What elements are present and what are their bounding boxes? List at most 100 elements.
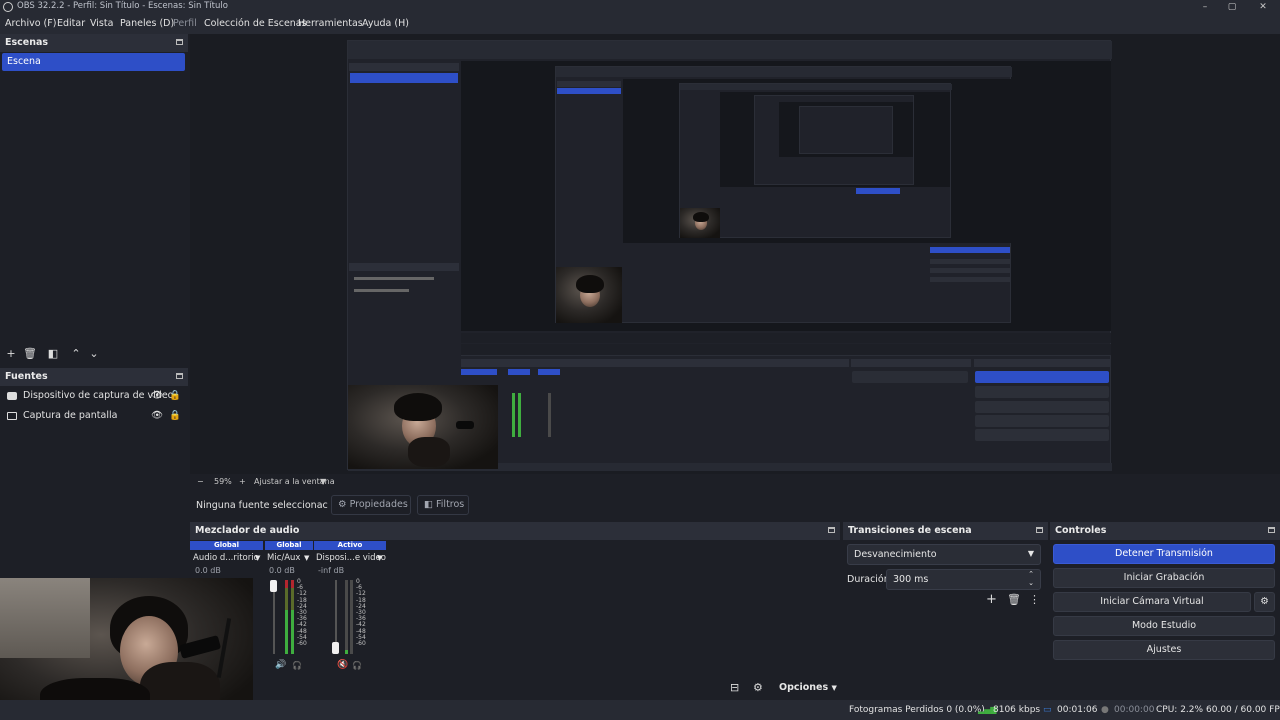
start-recording-button[interactable]: Iniciar Grabación	[1053, 568, 1275, 588]
chevron-down-icon[interactable]: ▼	[320, 477, 326, 486]
meter-peak	[291, 580, 294, 588]
speaker-muted-icon[interactable]: 🔇	[337, 660, 348, 670]
properties-label: Propiedades	[349, 499, 408, 510]
speaker-icon[interactable]: 🔊	[275, 660, 286, 670]
source-item-capture-device[interactable]: Dispositivo de captura de video 👁 🔒	[7, 390, 183, 404]
meter-level	[285, 610, 288, 654]
headphones-icon[interactable]: 🎧	[352, 661, 362, 670]
visibility-eye-icon[interactable]: 👁	[151, 390, 163, 401]
nested-capture-level1	[347, 40, 1112, 471]
settings-button[interactable]: Ajustes	[1053, 640, 1275, 660]
undock-icon[interactable]	[1268, 527, 1275, 533]
strip-volume-db: 0.0 dB	[195, 566, 221, 575]
properties-button[interactable]: ⚙ Propiedades	[331, 495, 411, 515]
mixer-header: Mezclador de audio	[190, 522, 840, 540]
add-transition-icon[interactable]: +	[986, 592, 997, 607]
meter-level	[350, 580, 353, 654]
move-up-icon[interactable]: ⌃	[68, 346, 84, 362]
undock-icon[interactable]	[1036, 527, 1043, 533]
virtual-camera-settings-button[interactable]: ⚙	[1254, 592, 1275, 612]
menu-editar[interactable]: Editar	[57, 18, 85, 29]
menu-herramientas[interactable]: Herramientas	[298, 18, 363, 29]
move-down-icon[interactable]: ⌄	[86, 346, 102, 362]
mixer-options-button[interactable]: Opciones ▼	[779, 682, 837, 693]
meter-scale: 0 -6 -12 -18 -24 -30 -36 -42 -48 -54 -60	[356, 578, 366, 648]
title-bar: OBS 32.2.2 - Perfil: Sin Título - Escena…	[0, 0, 1280, 14]
zoom-out-button[interactable]: −	[197, 477, 204, 486]
sources-title: Fuentes	[5, 371, 48, 382]
nested-strip-tag	[461, 369, 497, 375]
minimize-button[interactable]: –	[1190, 0, 1220, 14]
scene-filters-icon[interactable]: ◧	[45, 346, 61, 362]
volume-fader-knob[interactable]	[270, 580, 277, 592]
strip-volume-db: 0.0 dB	[269, 566, 295, 575]
strip-name: Disposi...e video	[316, 553, 386, 563]
gear-icon: ⚙	[338, 499, 347, 510]
strip-name: Mic/Aux	[267, 553, 301, 563]
menu-archivo[interactable]: Archivo (F)	[5, 18, 56, 29]
menu-vista[interactable]: Vista	[90, 18, 113, 29]
start-virtual-camera-button[interactable]: Iniciar Cámara Virtual	[1053, 592, 1251, 612]
stop-streaming-button[interactable]: Detener Transmisión	[1053, 544, 1275, 564]
undock-icon[interactable]	[176, 39, 183, 45]
duration-label: Duración	[847, 574, 890, 585]
remove-transition-icon[interactable]: 🗑	[1007, 593, 1021, 606]
nested-control-btn	[975, 401, 1109, 413]
visibility-eye-icon[interactable]: 👁	[151, 410, 163, 421]
strip-tag: Activo	[314, 541, 386, 550]
menu-coleccion-escenas[interactable]: Colección de Escenas	[204, 18, 307, 29]
nested-source-row	[354, 277, 434, 280]
nested-transition-combo	[852, 371, 968, 383]
duration-spinbox[interactable]: 300 ms ⌃ ⌄	[886, 569, 1041, 590]
headphones-icon[interactable]: 🎧	[292, 661, 302, 670]
nested-control-btn	[930, 268, 1010, 273]
nested-source-row	[354, 289, 409, 292]
studio-mode-button[interactable]: Modo Estudio	[1053, 616, 1275, 636]
filter-icon: ◧	[424, 499, 433, 510]
stream-icon: ▭	[1043, 705, 1052, 715]
chevron-down-icon[interactable]: ▼	[304, 554, 309, 562]
lock-icon[interactable]: 🔒	[169, 390, 181, 401]
nested-capture-level3	[679, 83, 952, 238]
spin-arrows-icon[interactable]: ⌃ ⌄	[1028, 570, 1034, 588]
layout-toggle-icon[interactable]: ⊟	[730, 681, 739, 694]
filters-button[interactable]: ◧ Filtros	[417, 495, 469, 515]
nested-control-btn	[930, 259, 1010, 264]
webcam-overlay	[0, 578, 253, 720]
source-item-screen-capture[interactable]: Captura de pantalla 👁 🔒	[7, 410, 183, 424]
undock-icon[interactable]	[176, 373, 183, 379]
record-time: 00:00:00	[1114, 705, 1155, 715]
nested-strip-tag	[508, 369, 530, 375]
zoom-level: 59%	[214, 477, 232, 486]
fps: 60.00 / 60.00 FPS	[1206, 705, 1280, 715]
transition-type-value: Desvanecimiento	[854, 549, 937, 560]
nested-mixer-header	[461, 359, 849, 367]
dropped-frames: Fotogramas Perdidos 0 (0.0%)	[849, 705, 985, 715]
status-bar: Fotogramas Perdidos 0 (0.0%) ▂▄▆ 8106 kb…	[0, 700, 1280, 720]
chevron-down-icon[interactable]: ▼	[255, 554, 260, 562]
menu-bar: Archivo (F) Editar Vista Paneles (D) Per…	[0, 14, 1280, 34]
close-button[interactable]: ✕	[1248, 0, 1278, 14]
menu-paneles[interactable]: Paneles (D)	[120, 18, 174, 29]
maximize-button[interactable]: ▢	[1217, 0, 1247, 14]
advanced-audio-icon[interactable]: ⚙	[753, 681, 763, 694]
zoom-in-button[interactable]: +	[239, 477, 246, 486]
program-preview[interactable]	[190, 34, 1280, 474]
volume-fader-knob[interactable]	[332, 642, 339, 654]
lock-icon[interactable]: 🔒	[169, 410, 181, 421]
chevron-down-icon[interactable]: ▼	[377, 554, 382, 562]
meter-mid	[291, 588, 294, 610]
transition-type-select[interactable]: Desvanecimiento ▼	[847, 544, 1041, 565]
nested-meter	[512, 393, 515, 437]
more-options-icon[interactable]: ⋮	[1029, 593, 1040, 606]
cpu-usage: CPU: 2.2%	[1156, 705, 1204, 715]
add-scene-icon[interactable]: +	[3, 346, 19, 362]
remove-scene-icon[interactable]: 🗑	[22, 346, 38, 362]
menu-ayuda[interactable]: Ayuda (H)	[362, 18, 409, 29]
strip-tag: Global	[190, 541, 263, 550]
undock-icon[interactable]	[828, 527, 835, 533]
scene-item-escena[interactable]: Escena	[2, 53, 185, 71]
source-label: Captura de pantalla	[23, 410, 118, 421]
nested-capture-level4	[754, 95, 914, 185]
menu-perfil[interactable]: Perfil	[173, 18, 197, 29]
